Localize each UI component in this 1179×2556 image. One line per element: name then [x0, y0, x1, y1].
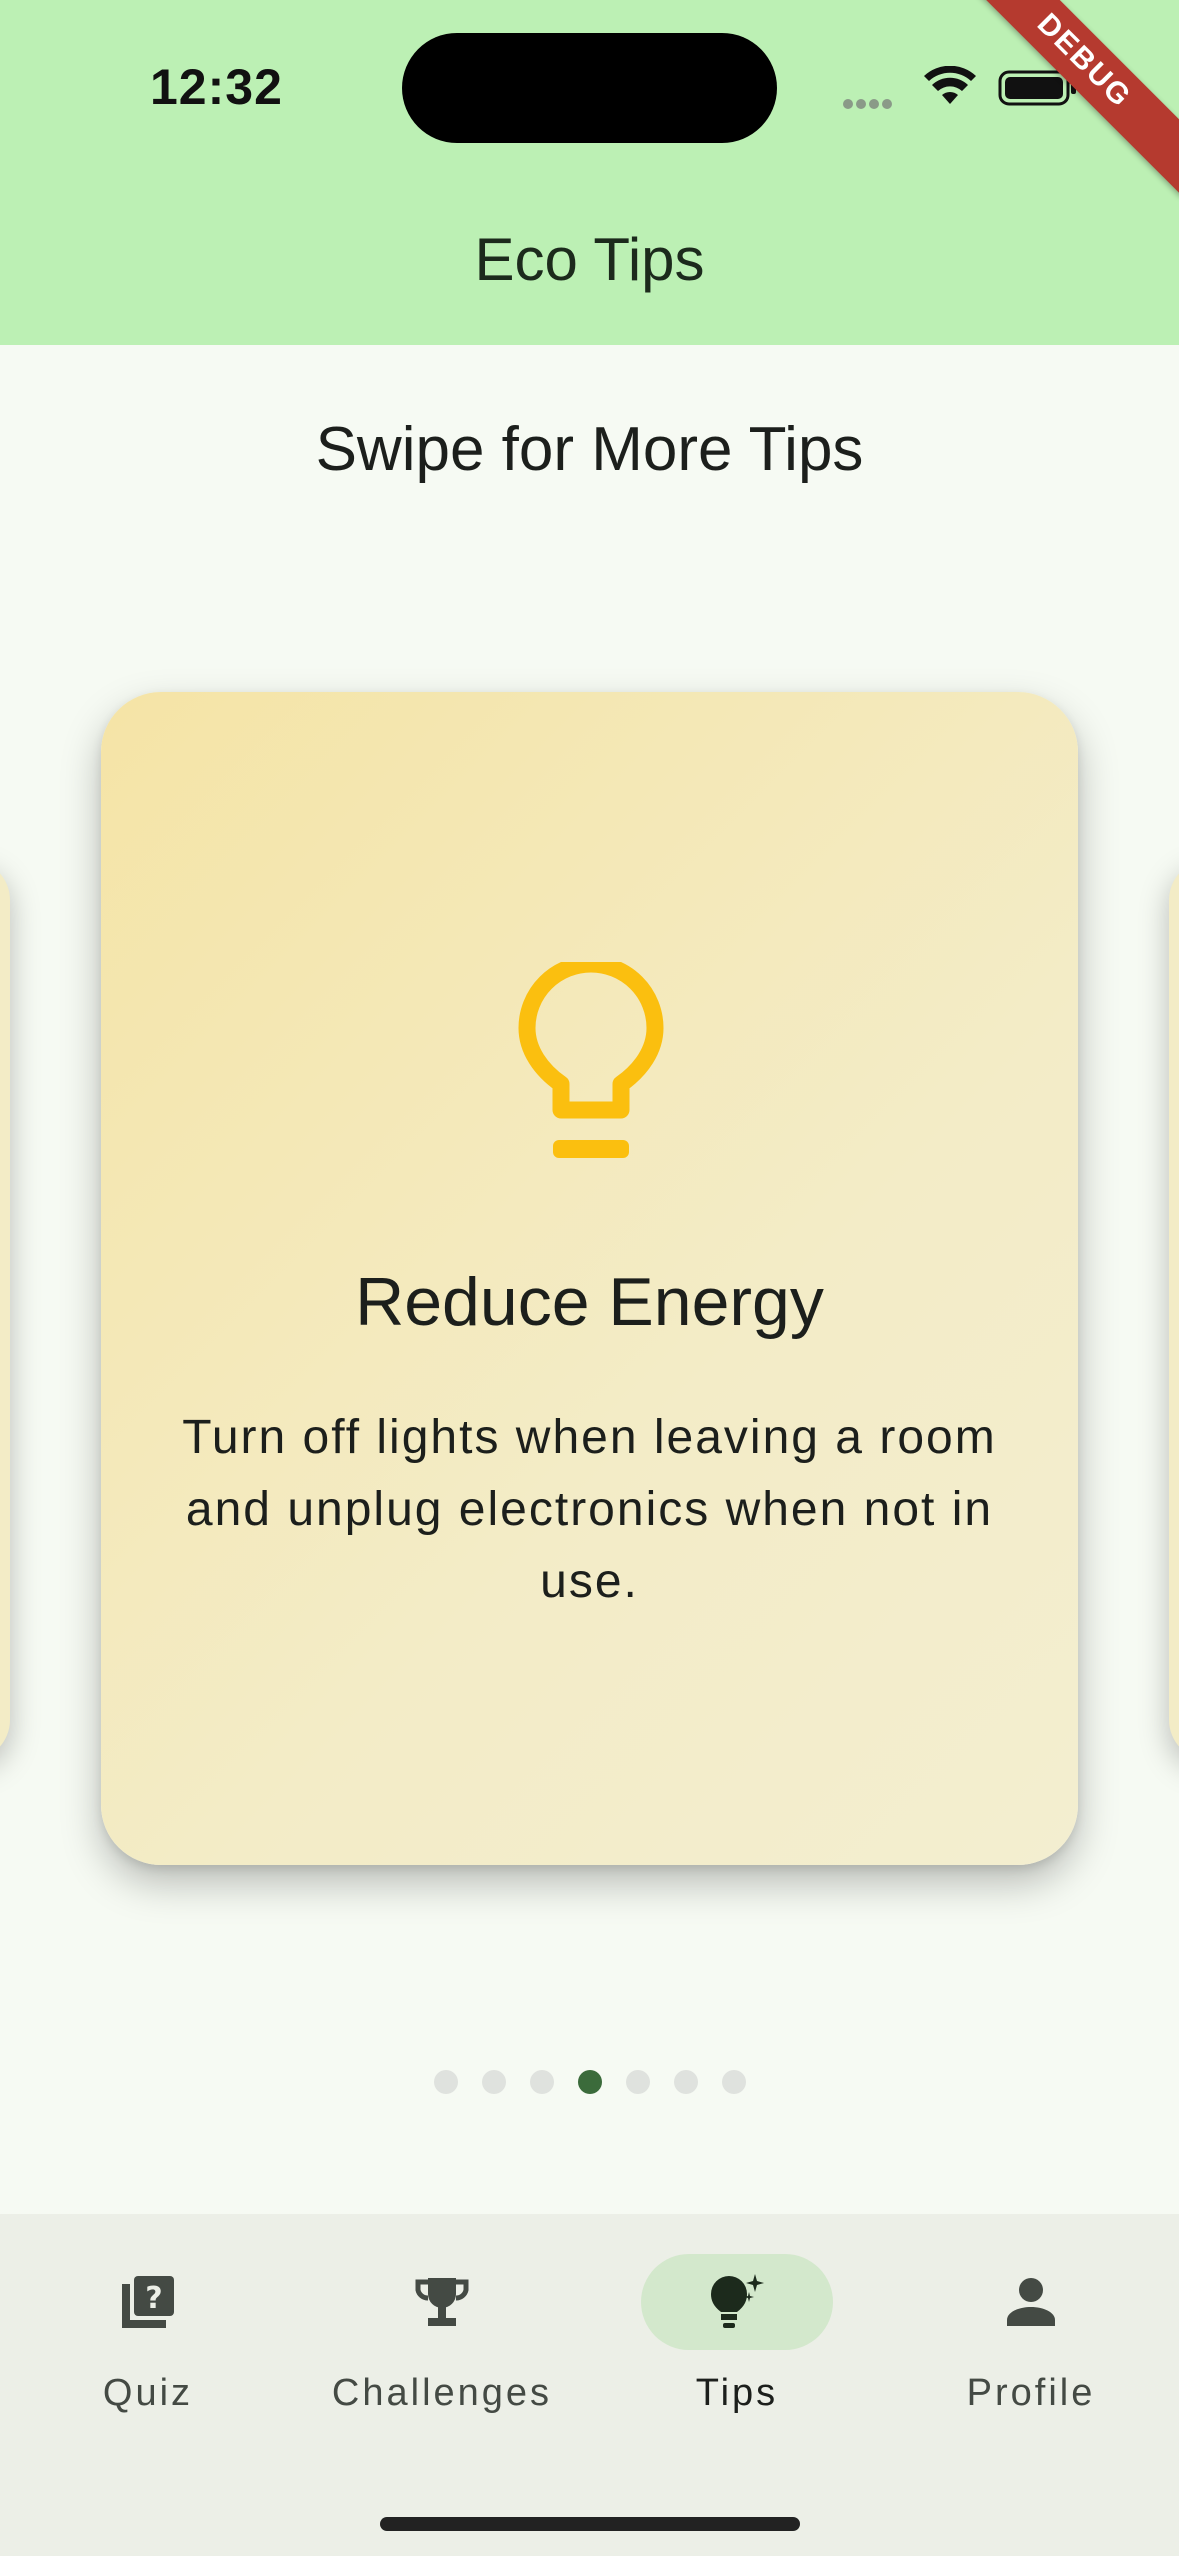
previous-tip-card[interactable]	[0, 860, 10, 1760]
dynamic-island	[402, 33, 777, 143]
nav-item-tips[interactable]: Tips	[597, 2254, 877, 2415]
nav-label: Challenges	[331, 2372, 553, 2414]
page-dot[interactable]	[529, 2070, 554, 2094]
nav-pill-active	[641, 2254, 833, 2350]
lightbulb-icon	[518, 962, 664, 1158]
nav-label: Profile	[966, 2372, 1096, 2414]
bottom-navigation: ? Quiz Challenges Tips Profile	[0, 2214, 1179, 2556]
page-dot[interactable]	[721, 2070, 746, 2094]
page-title: Eco Tips	[474, 226, 705, 293]
tip-card[interactable]: Reduce Energy Turn off lights when leavi…	[101, 692, 1078, 1865]
nav-label: Tips	[695, 2372, 779, 2414]
nav-item-profile[interactable]: Profile	[891, 2254, 1171, 2415]
page-dot[interactable]	[481, 2070, 506, 2094]
page-dot[interactable]	[673, 2070, 698, 2094]
page-dot-active[interactable]	[577, 2070, 602, 2094]
next-tip-card[interactable]	[1169, 860, 1179, 1760]
page-dot[interactable]	[625, 2070, 650, 2094]
nav-pill	[346, 2254, 538, 2350]
swipe-hint: Swipe for More Tips	[315, 415, 864, 484]
nav-item-quiz[interactable]: ? Quiz	[8, 2254, 288, 2415]
tip-title: Reduce Energy	[355, 1264, 824, 1340]
nav-pill: ?	[52, 2254, 244, 2350]
home-indicator[interactable]	[380, 2517, 800, 2531]
nav-label: Quiz	[102, 2372, 194, 2414]
nav-pill	[935, 2254, 1127, 2350]
cellular-signal-icon	[843, 96, 895, 114]
svg-text:?: ?	[145, 2281, 162, 2316]
app-bar: 12:32 DEBUG Eco Tips	[0, 0, 1179, 345]
page-dot[interactable]	[433, 2070, 458, 2094]
person-icon	[1007, 2278, 1055, 2326]
status-time: 12:32	[150, 59, 283, 115]
trophy-icon	[415, 2278, 469, 2326]
tips-lightbulb-icon	[711, 2274, 764, 2328]
quiz-icon: ?	[122, 2276, 174, 2328]
nav-item-challenges[interactable]: Challenges	[302, 2254, 582, 2415]
page-indicator	[0, 2070, 1179, 2094]
wifi-icon	[924, 66, 976, 104]
tip-description: Turn off lights when leaving a room and …	[182, 1411, 997, 1608]
